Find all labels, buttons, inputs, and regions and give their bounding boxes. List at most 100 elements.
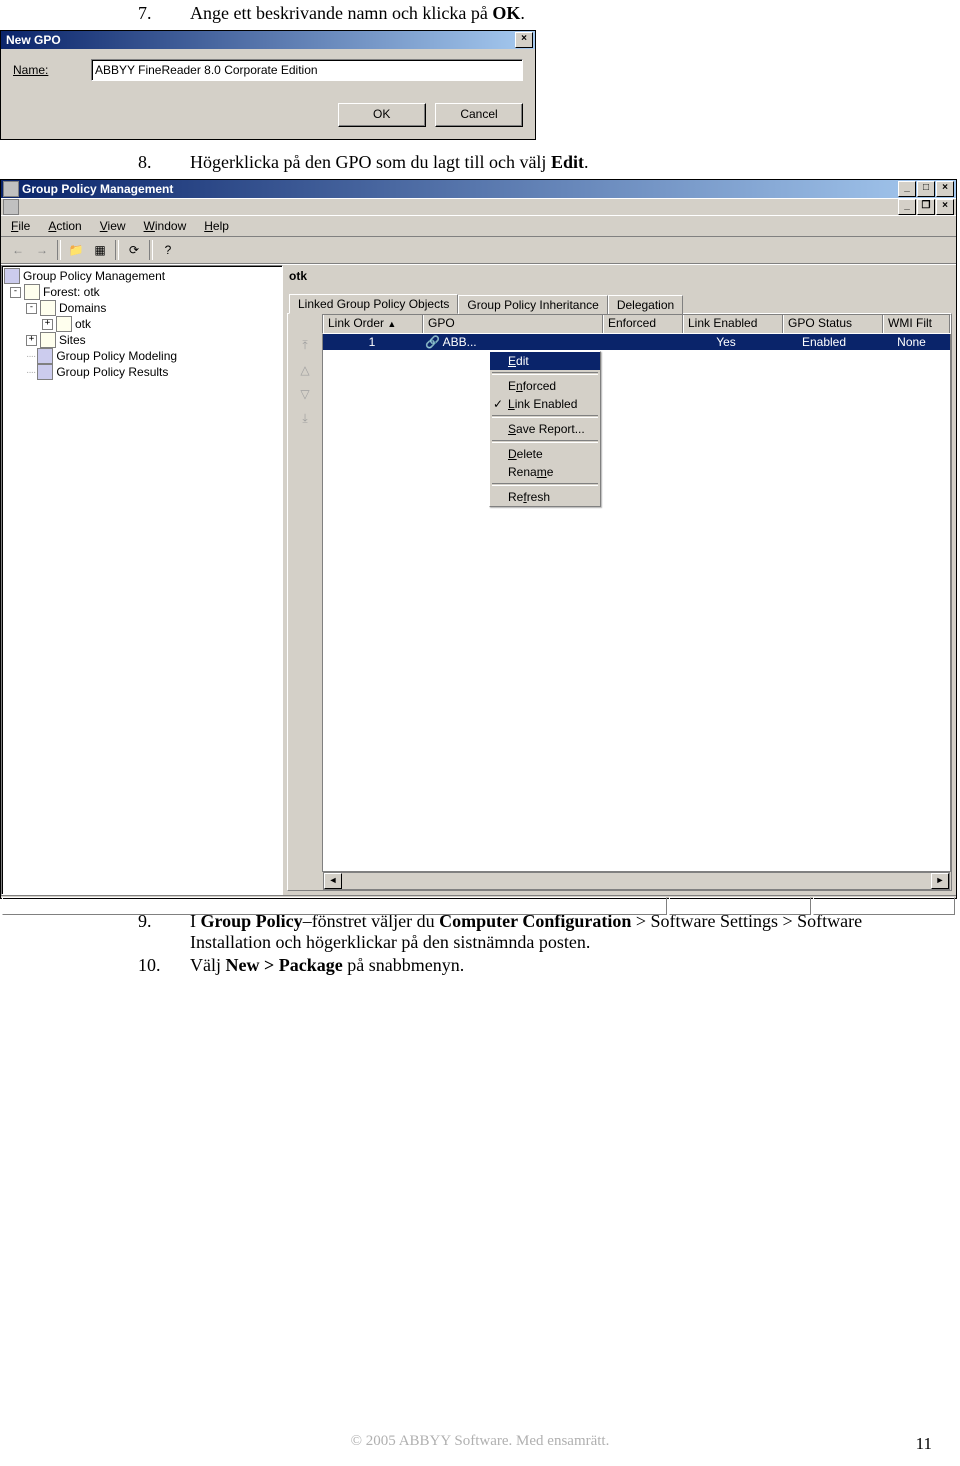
step-7: 7. Ange ett beskrivande namn och klicka … xyxy=(138,3,960,24)
cancel-button[interactable]: Cancel xyxy=(435,103,523,127)
gpo-grid: Link Order ▲ GPO Enforced Link Enabled G… xyxy=(322,314,951,890)
menu-view[interactable]: View xyxy=(92,218,134,234)
right-pane-header: otk xyxy=(283,265,956,291)
menu-action[interactable]: Action xyxy=(40,218,89,234)
tree-root[interactable]: Group Policy Management xyxy=(4,268,280,284)
maximize-icon[interactable]: □ xyxy=(917,181,935,197)
forest-icon xyxy=(24,284,40,300)
right-pane: otk Linked Group Policy Objects Group Po… xyxy=(283,265,956,895)
menu-help[interactable]: Help xyxy=(196,218,237,234)
step-text: Välj New > Package på snabbmenyn. xyxy=(190,955,464,976)
menu-file[interactable]: File xyxy=(3,218,38,234)
grid-header: Link Order ▲ GPO Enforced Link Enabled G… xyxy=(322,314,951,334)
menubar: File Action View Window Help xyxy=(1,215,956,236)
grid-body[interactable]: 1 🔗 ABB... Yes Enabled None Edit En xyxy=(322,334,951,872)
dialog-titlebar: New GPO × xyxy=(1,31,535,49)
scroll-left-icon[interactable]: ◄ xyxy=(324,873,342,889)
results-icon xyxy=(37,364,53,380)
tree-otk[interactable]: +otk xyxy=(4,316,280,332)
tree-gpm[interactable]: ····Group Policy Modeling xyxy=(4,348,280,364)
toolbar: ← → 📁 ▦ ⟳ ? xyxy=(1,236,956,264)
close-icon[interactable]: × xyxy=(515,32,533,48)
col-gpo-status[interactable]: GPO Status xyxy=(783,315,883,333)
close-icon[interactable]: × xyxy=(936,181,954,197)
sites-icon xyxy=(40,332,56,348)
move-up-icon[interactable]: △ xyxy=(300,363,309,377)
step-text: I Group Policy–fönstret väljer du Comput… xyxy=(190,911,910,953)
step-number: 8. xyxy=(138,152,190,173)
tab-delegation[interactable]: Delegation xyxy=(608,295,683,314)
page-number: 11 xyxy=(916,1434,932,1454)
gpm-title: Group Policy Management xyxy=(22,182,173,196)
tree-gpr[interactable]: ····Group Policy Results xyxy=(4,364,280,380)
step-number: 10. xyxy=(138,955,190,976)
ctx-delete[interactable]: Delete xyxy=(490,445,600,463)
step-number: 9. xyxy=(138,911,190,953)
expand-icon[interactable]: + xyxy=(26,335,37,346)
refresh-icon[interactable]: ⟳ xyxy=(123,239,145,261)
tab-linked-gpo[interactable]: Linked Group Policy Objects xyxy=(289,294,458,314)
move-top-icon[interactable]: ⤒ xyxy=(302,338,307,353)
scroll-right-icon[interactable]: ► xyxy=(931,873,949,889)
show-hide-icon[interactable]: ▦ xyxy=(89,239,111,261)
context-menu: Edit Enforced ✓Link Enabled Save Report.… xyxy=(489,351,601,507)
expand-icon[interactable]: + xyxy=(42,319,53,330)
mdi-bar: _ ❐ × xyxy=(1,198,956,215)
col-enforced[interactable]: Enforced xyxy=(603,315,683,333)
ctx-enforced[interactable]: Enforced xyxy=(490,377,600,395)
col-wmi[interactable]: WMI Filt xyxy=(883,315,950,333)
menu-window[interactable]: Window xyxy=(136,218,195,234)
statusbar xyxy=(1,895,956,916)
tree-pane[interactable]: Group Policy Management -Forest: otk -Do… xyxy=(1,265,283,895)
ctx-rename[interactable]: Rename xyxy=(490,463,600,481)
help-icon[interactable]: ? xyxy=(157,239,179,261)
step-8: 8. Högerklicka på den GPO som du lagt ti… xyxy=(138,152,960,173)
gpm-titlebar: Group Policy Management _ □ × xyxy=(1,180,956,198)
tree-domains[interactable]: -Domains xyxy=(4,300,280,316)
name-label: Name: xyxy=(13,63,91,77)
name-input[interactable] xyxy=(91,59,523,81)
ctx-link-enabled[interactable]: ✓Link Enabled xyxy=(490,395,600,413)
ctx-save-report[interactable]: Save Report... xyxy=(490,420,600,438)
table-row[interactable]: 1 🔗 ABB... Yes Enabled None xyxy=(323,334,950,350)
mdi-close-icon[interactable]: × xyxy=(936,199,954,215)
h-scrollbar[interactable]: ◄ ► xyxy=(323,872,950,890)
domain-icon xyxy=(56,316,72,332)
footer-copyright: © 2005 ABBYY Software. Med ensamrätt. xyxy=(0,1433,960,1450)
step-number: 7. xyxy=(138,3,190,24)
modeling-icon xyxy=(37,348,53,364)
up-folder-icon[interactable]: 📁 xyxy=(65,239,87,261)
app-icon xyxy=(3,181,19,197)
move-bottom-icon[interactable]: ⤓ xyxy=(302,411,307,426)
tree-forest[interactable]: -Forest: otk xyxy=(4,284,280,300)
col-gpo[interactable]: GPO xyxy=(423,315,603,333)
col-link-enabled[interactable]: Link Enabled xyxy=(683,315,783,333)
step-10: 10. Välj New > Package på snabbmenyn. xyxy=(138,955,960,976)
col-link-order[interactable]: Link Order ▲ xyxy=(323,315,423,333)
back-icon: ← xyxy=(7,239,29,261)
gpm-icon xyxy=(4,268,20,284)
ctx-edit[interactable]: Edit xyxy=(490,352,600,370)
check-icon: ✓ xyxy=(493,397,503,411)
mdi-minimize-icon[interactable]: _ xyxy=(898,199,916,215)
move-down-icon[interactable]: ▽ xyxy=(300,387,309,401)
minimize-icon[interactable]: _ xyxy=(898,181,916,197)
forward-icon: → xyxy=(31,239,53,261)
tree-sites[interactable]: +Sites xyxy=(4,332,280,348)
dialog-title: New GPO xyxy=(3,33,61,47)
new-gpo-dialog: New GPO × Name: OK Cancel xyxy=(0,30,536,140)
step-9: 9. I Group Policy–fönstret väljer du Com… xyxy=(138,911,960,953)
collapse-icon[interactable]: - xyxy=(10,287,21,298)
domains-icon xyxy=(40,300,56,316)
step-text: Ange ett beskrivande namn och klicka på … xyxy=(190,3,525,24)
tab-strip: Linked Group Policy Objects Group Policy… xyxy=(283,291,956,313)
mdi-restore-icon[interactable]: ❐ xyxy=(917,199,935,215)
ctx-refresh[interactable]: Refresh xyxy=(490,488,600,506)
tab-inheritance[interactable]: Group Policy Inheritance xyxy=(458,295,607,314)
mdi-icon xyxy=(3,199,19,215)
step-text: Högerklicka på den GPO som du lagt till … xyxy=(190,152,588,173)
reorder-buttons: ⤒ △ ▽ ⤓ xyxy=(288,314,322,890)
collapse-icon[interactable]: - xyxy=(26,303,37,314)
ok-button[interactable]: OK xyxy=(338,103,426,127)
gpm-window: Group Policy Management _ □ × _ ❐ × File… xyxy=(0,179,957,899)
